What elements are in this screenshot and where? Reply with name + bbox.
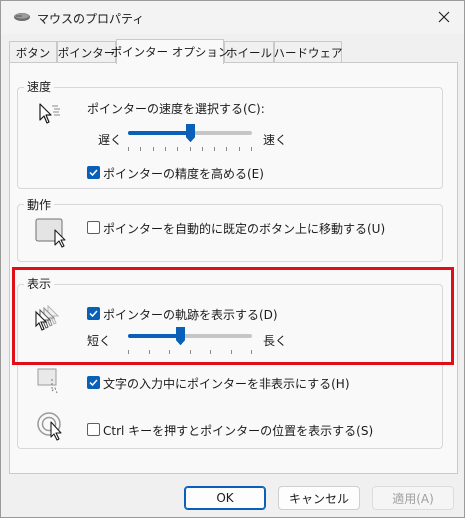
speed-fast-label: 速く: [263, 133, 288, 147]
slider-tick: [169, 350, 170, 354]
tab-pointer-options[interactable]: ポインター オプション: [111, 39, 229, 64]
title-bar: マウスのプロパティ: [1, 1, 464, 34]
trails-slider-thumb[interactable]: [175, 327, 185, 345]
slider-tick: [148, 350, 150, 354]
slider-tick: [140, 147, 142, 151]
speed-select-label: ポインターの速度を選択する(C):: [87, 102, 265, 116]
close-button[interactable]: [429, 5, 459, 29]
precision-checkbox[interactable]: [87, 166, 100, 179]
hide-typing-label: 文字の入力中にポインターを非表示にする(H): [103, 377, 350, 391]
slider-tick: [128, 350, 129, 354]
slider-tick: [214, 147, 216, 151]
window-title: マウスのプロパティ: [37, 12, 145, 26]
tab-buttons[interactable]: ボタン: [9, 41, 57, 63]
slider-tick: [251, 350, 252, 354]
slider-tick: [210, 350, 211, 354]
mouse-icon: [14, 13, 30, 21]
slider-tick: [189, 147, 191, 151]
trails-checkbox[interactable]: [87, 307, 100, 320]
cancel-button[interactable]: キャンセル: [278, 486, 360, 510]
speed-slider-fill: [128, 131, 190, 135]
apply-button[interactable]: 適用(A): [372, 486, 454, 510]
ok-button[interactable]: OK: [184, 486, 266, 510]
snap-to-label: ポインターを自動的に既定のボタン上に移動する(U): [103, 222, 386, 236]
precision-label: ポインターの精度を高める(E): [103, 167, 264, 181]
slider-tick: [177, 147, 179, 151]
ctrl-locate-icon: [37, 412, 62, 441]
visibility-group-title: 表示: [24, 275, 55, 292]
speed-slider-ticks: [128, 147, 252, 151]
ctrl-locate-checkbox[interactable]: [87, 423, 100, 436]
slider-tick: [226, 147, 228, 151]
snap-to-checkbox[interactable]: [87, 221, 100, 234]
tab-hardware[interactable]: ハードウェア: [274, 41, 343, 63]
snap-to-button-icon: [35, 218, 66, 248]
trails-label: ポインターの軌跡を表示する(D): [103, 308, 278, 322]
mouse-properties-window: マウスのプロパティ ボタン ポインター ポインター オプション ホイール ハード…: [0, 0, 465, 518]
trails-short-label: 短く: [87, 334, 112, 348]
motion-group-title: 動作: [24, 196, 55, 213]
slider-tick: [152, 147, 154, 151]
slider-tick: [251, 147, 252, 151]
speed-group-title: 速度: [24, 78, 55, 95]
hide-while-typing-icon: [37, 368, 58, 394]
tab-pointers[interactable]: ポインター: [57, 41, 116, 63]
slider-tick: [238, 147, 240, 151]
ctrl-locate-label: Ctrl キーを押すとポインターの位置を表示する(S): [103, 424, 374, 438]
tab-wheel[interactable]: ホイール: [224, 41, 274, 63]
speed-slider[interactable]: [128, 124, 252, 142]
speed-slow-label: 遅く: [98, 133, 123, 147]
hide-typing-checkbox[interactable]: [87, 376, 100, 389]
trails-long-label: 長く: [263, 334, 288, 348]
slider-tick: [189, 350, 191, 354]
check-icon: [89, 379, 98, 387]
slider-tick: [164, 147, 166, 151]
slider-tick: [128, 147, 129, 151]
pointer-trails-icon: [35, 304, 60, 331]
check-icon: [89, 310, 98, 318]
close-icon: [438, 11, 450, 23]
trails-slider[interactable]: [128, 327, 252, 345]
slider-tick: [201, 147, 203, 151]
trails-slider-ticks: [128, 350, 252, 354]
slider-tick: [230, 350, 232, 354]
trails-slider-fill: [128, 334, 181, 338]
pointer-speed-icon: [39, 103, 60, 124]
speed-slider-thumb[interactable]: [185, 124, 195, 142]
check-icon: [89, 169, 98, 177]
